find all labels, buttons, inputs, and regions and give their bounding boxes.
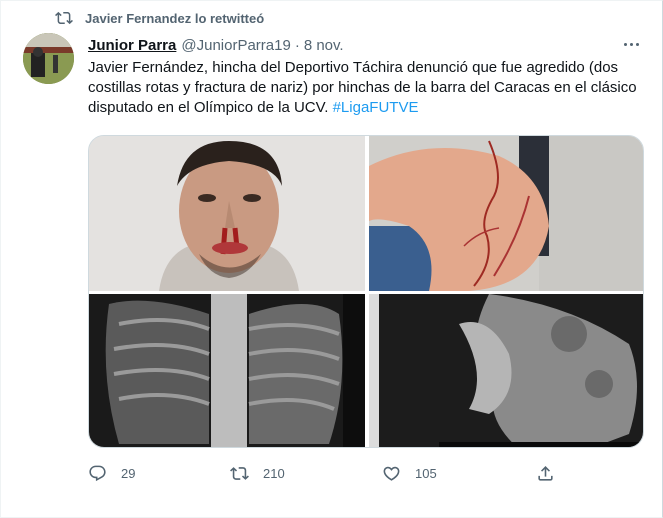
- retweet-icon: [55, 11, 73, 25]
- media-grid: [88, 135, 644, 448]
- tweet-date[interactable]: 8 nov.: [304, 37, 344, 54]
- retweet-icon: [230, 466, 249, 480]
- retweet-count: 210: [263, 465, 285, 481]
- retweet-context[interactable]: Javier Fernandez lo retwitteó: [55, 9, 264, 27]
- like-button[interactable]: 105: [382, 461, 437, 485]
- reply-button[interactable]: 29: [88, 461, 135, 485]
- share-button[interactable]: [536, 461, 569, 485]
- separator-dot: ·: [294, 36, 300, 54]
- avatar[interactable]: [23, 33, 74, 84]
- author-handle[interactable]: @JuniorParra19: [181, 37, 290, 54]
- like-count: 105: [415, 465, 437, 481]
- tweet-header: Junior Parra @JuniorParra19 · 8 nov.: [88, 35, 344, 55]
- tweet-actions: 29 210 105: [88, 461, 558, 485]
- reply-count: 29: [121, 465, 136, 481]
- retweet-label: Javier Fernandez lo retwitteó: [85, 10, 265, 26]
- tweet-text: Javier Fernández, hincha del Deportivo T…: [88, 58, 648, 118]
- heart-icon: [383, 466, 400, 481]
- more-options-button[interactable]: [620, 35, 642, 53]
- more-dots-icon: [623, 42, 627, 46]
- hashtag-link[interactable]: #LigaFUTVE: [333, 99, 419, 116]
- retweet-button[interactable]: 210: [230, 461, 285, 485]
- chest-xray-photo[interactable]: [89, 294, 365, 447]
- arm-wound-photo[interactable]: [369, 136, 643, 291]
- reply-icon: [89, 465, 106, 481]
- author-name[interactable]: Junior Parra: [88, 37, 176, 54]
- nose-xray-photo[interactable]: [369, 294, 643, 447]
- face-photo[interactable]: [89, 136, 365, 291]
- share-icon: [538, 465, 553, 481]
